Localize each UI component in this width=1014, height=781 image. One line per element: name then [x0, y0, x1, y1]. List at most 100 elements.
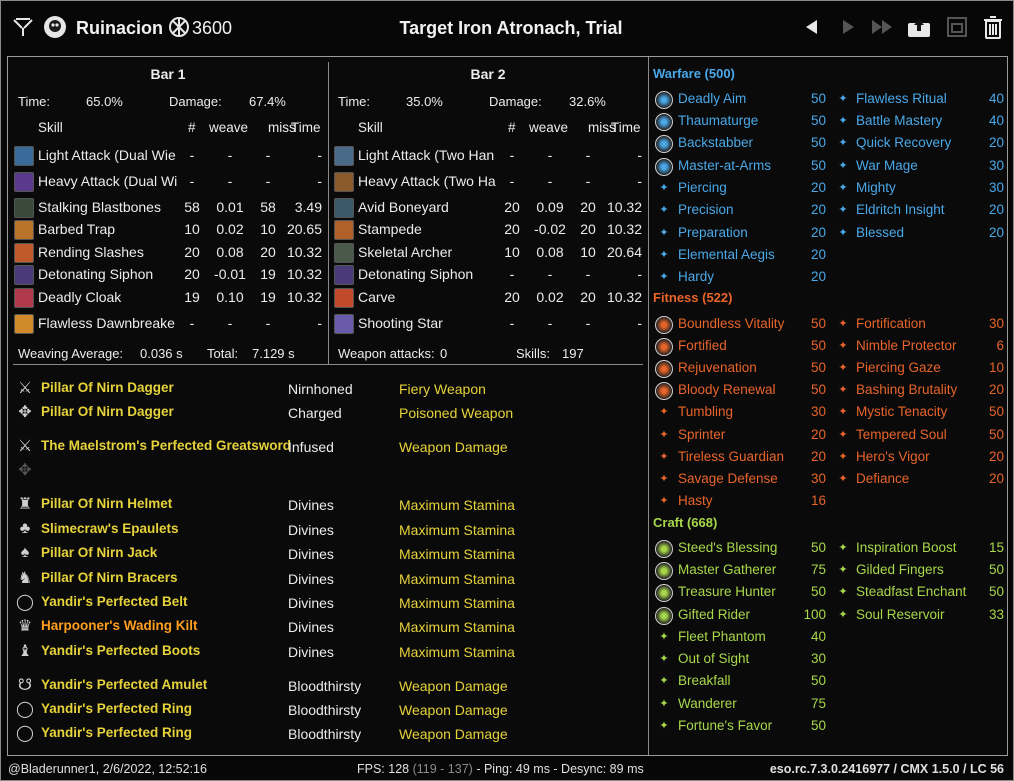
- gear-name[interactable]: Pillar Of Nirn Jack: [41, 544, 157, 562]
- skill-time: -: [317, 147, 322, 163]
- gear-name[interactable]: Slimecraw's Epaulets: [41, 520, 179, 538]
- ring-icon: ◯: [16, 701, 34, 718]
- skill-name: Flawless Dawnbreake: [38, 315, 175, 331]
- gear-name[interactable]: Yandir's Perfected Belt: [41, 593, 188, 611]
- cp-skill-name: Elemental Aegis: [678, 247, 775, 262]
- skill-icon: [334, 146, 354, 166]
- skill-name: Shooting Star: [358, 315, 443, 331]
- gear-name[interactable]: Yandir's Perfected Boots: [41, 642, 200, 660]
- skill-miss: -: [585, 147, 591, 163]
- skill-miss: 20: [580, 289, 596, 305]
- bar-footer-left-label: Weapon attacks:: [338, 346, 435, 361]
- skill-time: 20.65: [286, 221, 322, 237]
- skill-weave: 0.02: [216, 221, 244, 237]
- skill-miss: 19: [260, 289, 276, 305]
- bar-time-label: Time:: [18, 94, 51, 109]
- skill-time: 10.32: [286, 244, 322, 260]
- slotted-star-icon: [655, 584, 673, 602]
- gear-name[interactable]: Yandir's Perfected Amulet: [41, 676, 207, 694]
- passive-star-icon: ✦: [838, 227, 848, 239]
- cp-skill-value: 75: [810, 562, 826, 577]
- delete-fight-icon[interactable]: [979, 13, 1007, 41]
- gear-name[interactable]: Yandir's Perfected Ring: [41, 724, 192, 742]
- slotted-star-icon: [655, 607, 673, 625]
- gear-trait: Bloodthirsty: [288, 678, 362, 694]
- slotted-star-icon: [655, 338, 673, 356]
- user-timestamp: @Bladerunner1, 2/6/2022, 12:52:16: [8, 762, 207, 776]
- cp-skill-value: 20: [988, 471, 1004, 486]
- gear-trait: Charged: [288, 405, 342, 421]
- dagger-icon: ✥: [18, 404, 32, 421]
- gear-name[interactable]: Pillar Of Nirn Helmet: [41, 495, 172, 513]
- skill-name: Stalking Blastbones: [38, 199, 161, 215]
- boots-icon: ♝: [17, 643, 33, 660]
- passive-star-icon: ✦: [838, 473, 848, 485]
- slotted-star-icon: [655, 91, 673, 109]
- skill-time: 10.32: [286, 289, 322, 305]
- skill-icon: [334, 314, 354, 334]
- skill-icon: [334, 265, 354, 285]
- bar-time-label: Time:: [338, 94, 371, 109]
- passive-star-icon: ✦: [659, 182, 669, 194]
- skill-icon: [334, 220, 354, 240]
- skill-time: 3.49: [294, 199, 322, 215]
- cp-skill-name: Preparation: [678, 225, 748, 240]
- version-info: eso.rc.7.3.0.2416977 / CMX 1.5.0 / LC 56: [769, 762, 1004, 776]
- skill-weave: -: [547, 266, 553, 282]
- cp-skill-value: 30: [810, 651, 826, 666]
- passive-star-icon: ✦: [659, 249, 669, 261]
- cp-skill-name: Steadfast Enchant: [856, 584, 967, 599]
- col-count-header: #: [508, 120, 516, 135]
- gear-enchant: Weapon Damage: [399, 726, 508, 742]
- title-bar: Ruinacion 3600 Target Iron Atronach, Tri…: [1, 1, 1013, 53]
- cp-skill-name: Inspiration Boost: [856, 540, 957, 555]
- upload-icon[interactable]: [905, 13, 933, 41]
- skill-miss: 58: [260, 199, 276, 215]
- gear-name[interactable]: Pillar Of Nirn Bracers: [41, 569, 178, 587]
- bar-footer-right-value: 197: [562, 346, 584, 361]
- gear-name[interactable]: The Maelstrom's Perfected Greatsword: [41, 437, 291, 455]
- passive-star-icon: ✦: [659, 698, 669, 710]
- previous-fight-button[interactable]: [798, 13, 826, 41]
- champion-points-icon: [167, 15, 191, 39]
- save-fight-icon[interactable]: [943, 13, 971, 41]
- skill-name: Light Attack (Two Han: [358, 147, 495, 163]
- cp-skill-value: 30: [810, 404, 826, 419]
- passive-star-icon: ✦: [838, 609, 848, 621]
- cp-skill-name: Fortification: [856, 316, 926, 331]
- bar-damage-label: Damage:: [489, 94, 542, 109]
- gear-name[interactable]: Pillar Of Nirn Dagger: [41, 403, 174, 421]
- skill-weave: 0.10: [216, 289, 244, 305]
- gear-name[interactable]: Yandir's Perfected Ring: [41, 700, 192, 718]
- last-fight-button[interactable]: [869, 13, 897, 41]
- cp-skill-name: Flawless Ritual: [856, 91, 947, 106]
- passive-star-icon: ✦: [838, 93, 848, 105]
- cp-skill-value: 50: [810, 135, 826, 150]
- skill-time: 10.32: [606, 199, 642, 215]
- champion-points-value: 3600: [192, 18, 233, 38]
- skill-miss: -: [585, 173, 591, 189]
- gear-enchant: Fiery Weapon: [399, 381, 486, 397]
- next-fight-button[interactable]: [834, 13, 862, 41]
- skill-icon: [14, 265, 34, 285]
- gear-name[interactable]: Pillar Of Nirn Dagger: [41, 379, 174, 397]
- cp-skill-value: 50: [988, 427, 1004, 442]
- skill-count: 58: [184, 199, 200, 215]
- cp-skill-name: Master-at-Arms: [678, 158, 772, 173]
- cp-skill-value: 20: [810, 269, 826, 284]
- shoulder-icon: ♣: [19, 520, 31, 537]
- cp-skill-name: Piercing Gaze: [856, 360, 941, 375]
- gear-enchant: Maximum Stamina: [399, 644, 515, 660]
- gear-trait: Divines: [288, 595, 334, 611]
- skill-count: -: [189, 315, 195, 331]
- cp-skill-name: Breakfall: [678, 673, 731, 688]
- amulet-icon: ☋: [17, 677, 33, 694]
- skill-miss: 20: [580, 199, 596, 215]
- slotted-star-icon: [655, 540, 673, 558]
- gear-name[interactable]: Harpooner's Wading Kilt: [41, 617, 197, 635]
- cp-skill-name: Tempered Soul: [856, 427, 947, 442]
- passive-star-icon: ✦: [838, 406, 848, 418]
- ring-icon: ◯: [16, 725, 34, 742]
- skill-miss: -: [265, 173, 271, 189]
- skill-count: 20: [504, 221, 520, 237]
